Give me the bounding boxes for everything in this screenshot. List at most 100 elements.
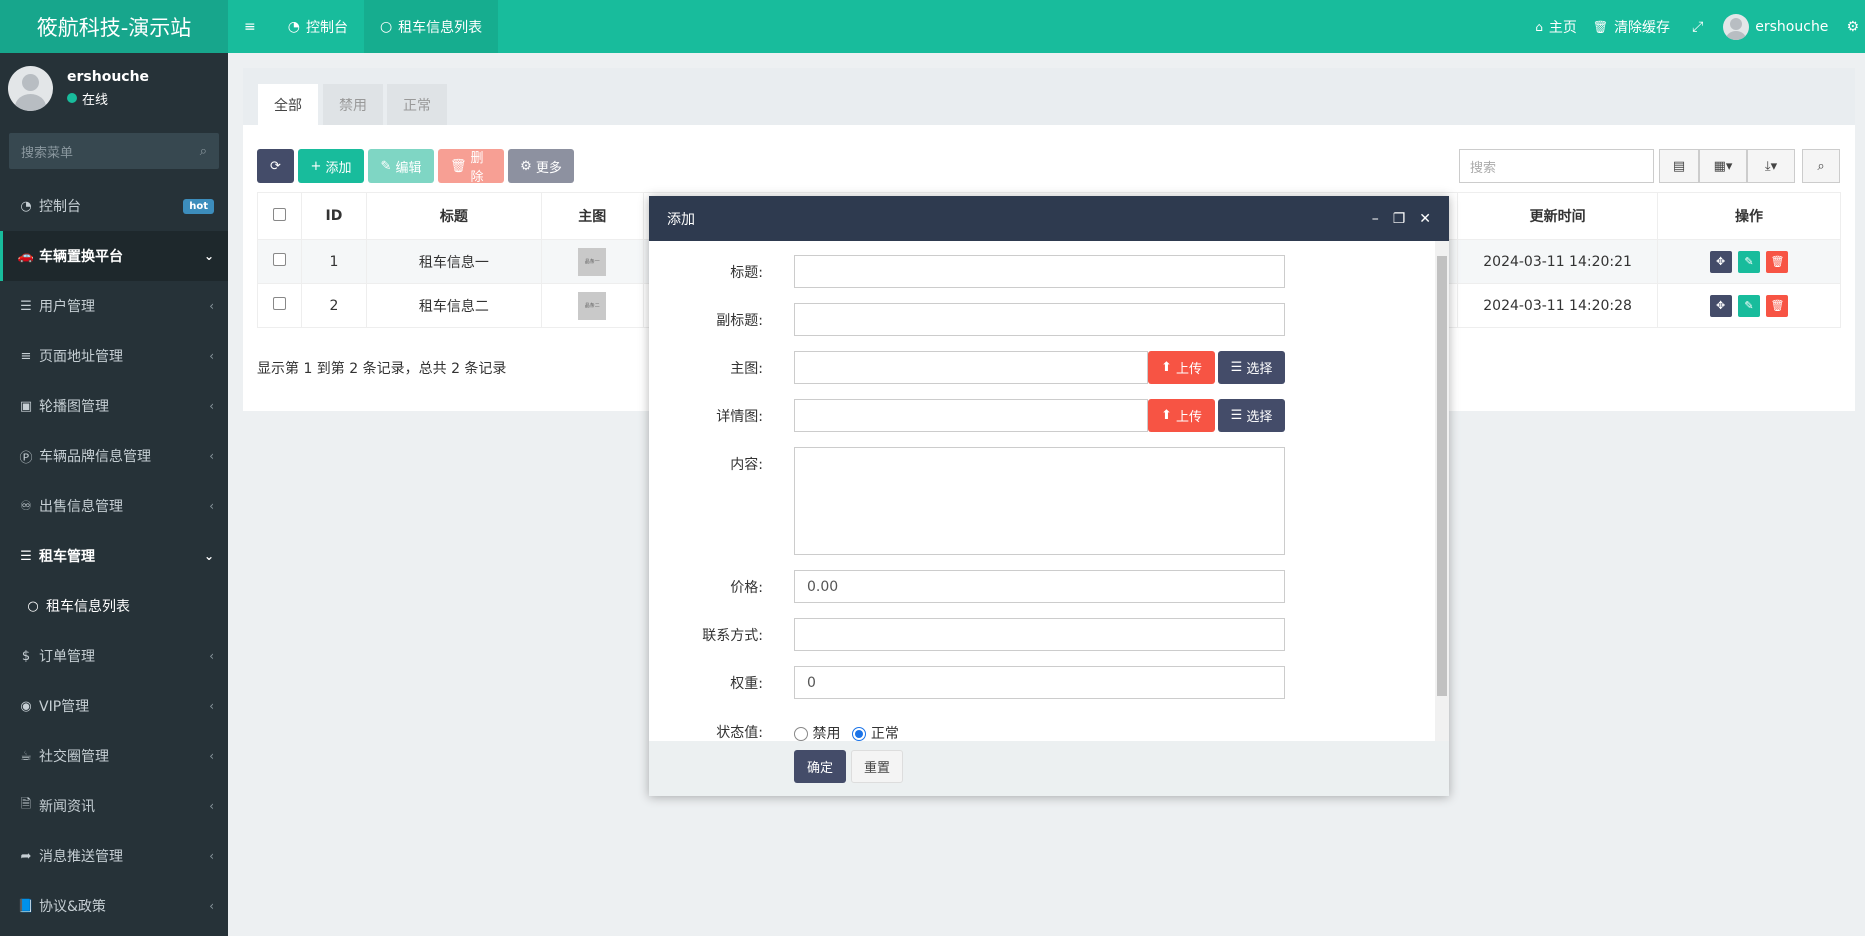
tab-disabled[interactable]: 禁用 [323,84,383,125]
scrollbar-thumb[interactable] [1437,256,1447,696]
sidebar-item-carousel[interactable]: ▣ 轮播图管理 ‹ [0,381,228,431]
user-menu[interactable]: ershouche [1717,0,1842,53]
field-title: 标题: [649,255,1449,288]
maximize-icon[interactable]: ❐ [1393,211,1406,227]
sidebar-item-label: 租车信息列表 [46,599,130,615]
columns-button[interactable]: ▦▾ [1699,149,1747,183]
field-label: 主图: [730,360,763,377]
field-price: 价格: 0.00 [649,570,1449,603]
chevron-left-icon: ‹ [209,849,214,863]
radio-disabled[interactable] [794,727,808,741]
status-radio-group: 禁用 正常 [794,723,899,741]
sidebar-item-brand[interactable]: Ⓟ 车辆品牌信息管理 ‹ [0,431,228,481]
app-logo[interactable]: 筱航科技-演示站 [0,0,228,53]
sidebar-item-dashboard[interactable]: ◔ 控制台 hot [0,181,228,231]
clear-cache-label: 清除缓存 [1614,19,1671,36]
sidebar-item-rental[interactable]: ☰ 租车管理 ⌄ [0,531,228,581]
add-button[interactable]: + 添加 [298,149,364,183]
sidebar-item-rental-list[interactable]: ○ 租车信息列表 [0,581,228,631]
sidebar-item-users[interactable]: ☰ 用户管理 ‹ [0,281,228,331]
drag-sort-button[interactable]: ✥ [1709,294,1732,317]
coffee-icon: ☕ [20,748,32,764]
sidebar-item-push[interactable]: ➦ 消息推送管理 ‹ [0,831,228,881]
tab-all[interactable]: 全部 [258,84,318,125]
delete-button[interactable]: 🗑 删除 [438,149,504,185]
row-edit-button[interactable]: ✎ [1738,294,1761,317]
row-checkbox[interactable] [272,297,286,310]
home-link[interactable]: ⌂ 主页 [1527,0,1585,53]
column-header-updated[interactable]: 更新时间 [1457,192,1659,240]
edit-button[interactable]: ✎ 编辑 [368,149,434,183]
clear-cache-button[interactable]: 🗑 清除缓存 [1585,0,1678,53]
search-placeholder: 搜索菜单 [21,145,74,161]
tab-dashboard[interactable]: ◔ 控制台 [272,0,364,53]
table-search-input[interactable]: 搜索 [1459,149,1654,183]
select-all-checkbox[interactable] [272,207,286,221]
chevron-left-icon: ‹ [209,799,214,813]
choose-label: 选择 [1246,362,1273,377]
home-icon: ⌂ [1535,19,1543,34]
thumbnail-image[interactable]: 晶条二 [578,291,607,320]
export-button[interactable]: ⤓▾ [1747,149,1795,183]
circle-icon: ○ [379,18,393,35]
close-icon[interactable]: ✕ [1419,211,1431,227]
status-normal-option[interactable]: 正常 [852,723,899,741]
content-textarea[interactable] [794,447,1285,555]
radio-normal[interactable] [852,727,867,741]
thumbnail-image[interactable]: 晶条一 [578,247,607,276]
table-view-icon: ▤ [1672,158,1686,174]
main-image-upload-button[interactable]: ⬆ 上传 [1148,351,1215,384]
field-label: 内容: [730,456,763,473]
weight-value: 0 [807,674,816,691]
sidebar-toggle-button[interactable]: ≡ [228,0,272,53]
row-checkbox[interactable] [272,253,286,266]
confirm-button[interactable]: 确定 [794,750,846,783]
chevron-left-icon: ‹ [209,499,214,513]
row-delete-button[interactable]: 🗑 [1766,294,1789,317]
row-edit-button[interactable]: ✎ [1738,250,1761,273]
sidebar-item-label: 用户管理 [39,299,95,315]
tab-rental-list[interactable]: ○ 租车信息列表 [363,0,499,53]
chevron-left-icon: ‹ [209,749,214,763]
weight-input[interactable]: 0 [794,666,1285,699]
cell-updated: 2024-03-11 14:20:21 [1457,239,1659,284]
settings-button[interactable]: ⚙ [1842,0,1865,53]
sidebar-item-orders[interactable]: $ 订单管理 ‹ [0,631,228,681]
dialog-scrollbar[interactable] [1435,241,1449,741]
detail-image-choose-button[interactable]: ☰ 选择 [1218,399,1285,432]
reset-button[interactable]: 重置 [851,750,903,783]
toggle-view-button[interactable]: ▤ [1659,149,1699,183]
sidebar-item-sales[interactable]: ♾ 出售信息管理 ‹ [0,481,228,531]
column-header-image[interactable]: 主图 [540,192,644,240]
sidebar-item-page-url[interactable]: ≡ 页面地址管理 ‹ [0,331,228,381]
search-icon[interactable]: ⌕ [200,144,207,159]
field-label: 详情图: [716,408,763,425]
column-header-title[interactable]: 标题 [365,192,542,240]
drag-sort-button[interactable]: ✥ [1709,250,1732,273]
column-header-id[interactable]: ID [300,192,367,240]
subtitle-input[interactable] [794,303,1285,336]
sidebar-item-social[interactable]: ☕ 社交圈管理 ‹ [0,731,228,781]
detail-image-input[interactable] [794,399,1148,432]
sidebar-item-news[interactable]: 🗎 新闻资讯 ‹ [0,781,228,831]
detail-image-upload-button[interactable]: ⬆ 上传 [1148,399,1215,432]
main-image-input[interactable] [794,351,1148,384]
more-button[interactable]: ⚙ 更多 [508,149,574,183]
tab-normal[interactable]: 正常 [387,84,447,125]
advanced-search-button[interactable]: ⌕ [1802,149,1840,183]
contact-input[interactable] [794,618,1285,651]
fullscreen-button[interactable]: ⤢ [1678,0,1717,53]
row-delete-button[interactable]: 🗑 [1766,250,1789,273]
minimize-icon[interactable]: – [1372,211,1379,227]
chevron-left-icon: ‹ [209,449,214,463]
status-disabled-option[interactable]: 禁用 [794,723,840,741]
menu-search-input[interactable]: 搜索菜单 ⌕ [9,133,219,169]
title-input[interactable] [794,255,1285,288]
price-input[interactable]: 0.00 [794,570,1285,603]
refresh-button[interactable]: ⟳ [257,149,294,183]
main-image-choose-button[interactable]: ☰ 选择 [1218,351,1285,384]
sidebar-item-policy[interactable]: 📘 协议&政策 ‹ [0,881,228,931]
sidebar-item-vip[interactable]: ◉ VIP管理 ‹ [0,681,228,731]
sidebar-item-vehicle-platform[interactable]: 🚗 车辆置换平台 ⌄ [0,231,228,281]
dialog-header[interactable]: 添加 – ❐ ✕ [649,196,1449,241]
